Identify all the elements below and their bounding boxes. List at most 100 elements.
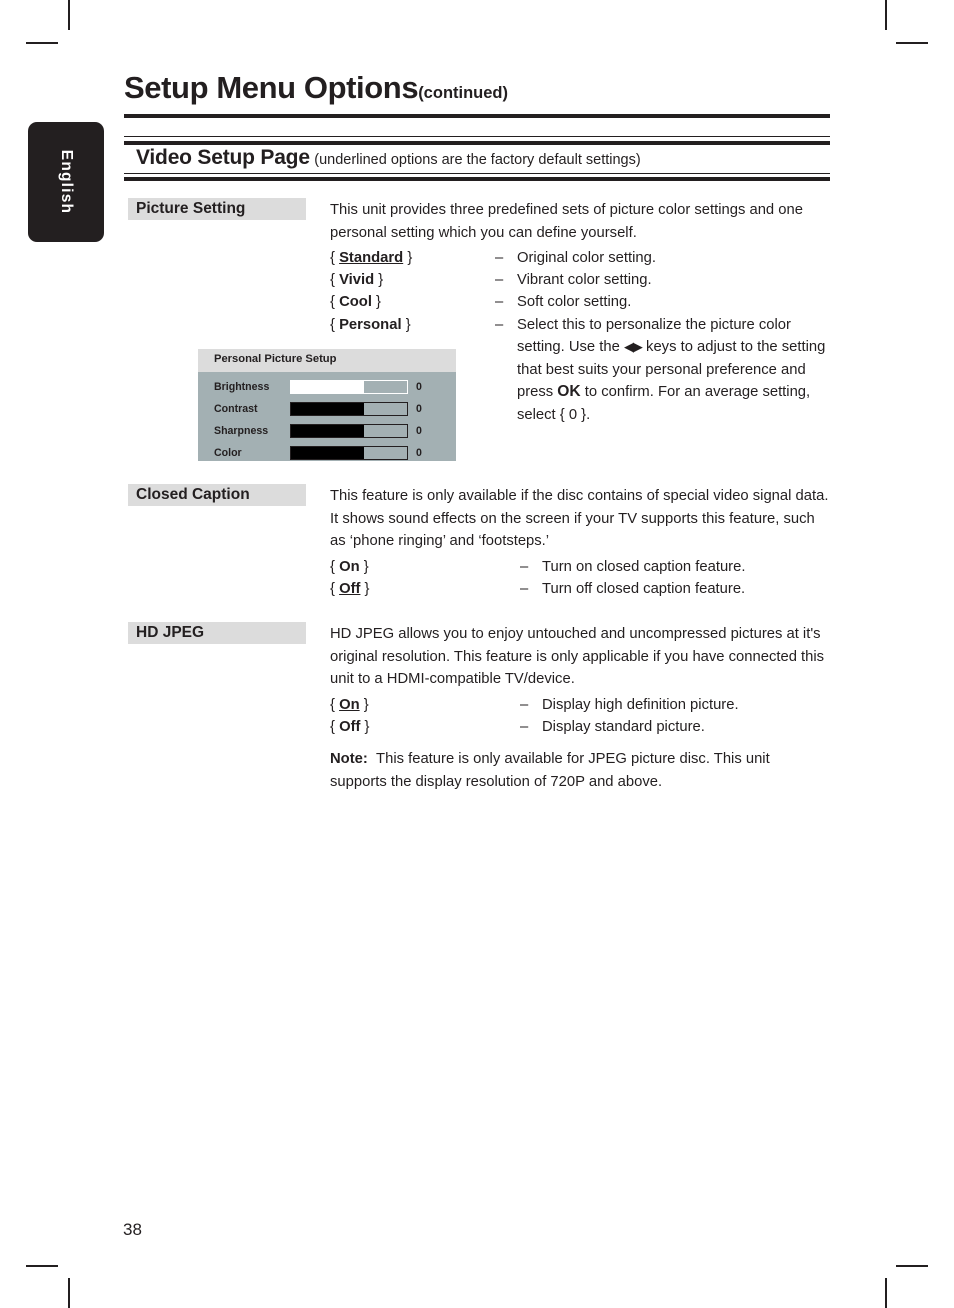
option-row: { On } – Display high definition picture… (330, 694, 739, 716)
option-key-label: On (339, 697, 360, 713)
page-title-continued: (continued) (418, 84, 509, 102)
option-key: { Vivid } (330, 272, 384, 289)
osd-slider-fill (291, 403, 365, 415)
video-setup-page-banner: Video Setup Page (underlined options are… (136, 146, 641, 170)
page-title: Setup Menu Options(continued) (124, 70, 508, 106)
option-key-label: Vivid (339, 272, 375, 289)
closed-caption-options: { On } – Turn on closed caption feature.… (330, 556, 745, 600)
option-dash: – (520, 719, 529, 736)
hd-jpeg-options: { On } – Display high definition picture… (330, 694, 739, 738)
language-tab-label: English (58, 149, 75, 215)
option-key-label: Standard (339, 250, 404, 266)
option-dash: – (495, 272, 504, 289)
crop-mark-bottom-right-vertical (885, 1278, 887, 1308)
option-key: { Off } (330, 719, 370, 736)
osd-slider-fill (291, 381, 365, 393)
osd-slider-row-color: Color 0 (198, 445, 456, 462)
option-key-label: Off (339, 719, 361, 736)
option-description: Select this to personalize the picture c… (517, 314, 830, 427)
section-label-picture-setting: Picture Setting (128, 198, 306, 220)
section-label-text: Picture Setting (136, 200, 246, 217)
osd-slider-track (290, 402, 408, 416)
banner-subtitle: (underlined options are the factory defa… (314, 152, 641, 168)
section-label-text: HD JPEG (136, 624, 205, 641)
osd-slider-row-sharpness: Sharpness 0 (198, 423, 456, 440)
personal-picture-setup-screenshot: Personal Picture Setup Brightness 0 Cont… (198, 349, 456, 461)
osd-slider-label: Color (214, 447, 242, 459)
closed-caption-intro: This feature is only available if the di… (330, 488, 829, 550)
osd-slider-fill (291, 425, 365, 437)
banner-rule-upper-thick (124, 141, 830, 145)
section-label-closed-caption: Closed Caption (128, 484, 306, 506)
option-row: { On } – Turn on closed caption feature. (330, 556, 745, 578)
crop-mark-bottom-left-vertical (68, 1278, 70, 1308)
option-key-label: Cool (339, 294, 372, 311)
option-description: Display high definition picture. (542, 697, 739, 713)
option-key: { Off } (330, 581, 370, 598)
option-row: { Off } – Display standard picture. (330, 716, 739, 738)
banner-rule-lower-thin (124, 172, 830, 174)
osd-slider-row-contrast: Contrast 0 (198, 401, 456, 418)
section-label-hd-jpeg: HD JPEG (128, 622, 306, 644)
option-key-label: Off (339, 581, 361, 598)
osd-slider-row-brightness: Brightness 0 (198, 379, 456, 396)
ok-key-label: OK (557, 383, 581, 401)
banner-title: Video Setup Page (136, 146, 310, 169)
osd-slider-fill (291, 447, 365, 459)
option-description: Turn off closed caption feature. (542, 581, 746, 598)
banner-rule-lower-thick (124, 177, 830, 181)
left-right-arrow-icon: ◀▶ (623, 339, 643, 355)
option-dash: – (495, 294, 504, 311)
osd-slider-value: 0 (416, 403, 422, 415)
option-key: { Cool } (330, 294, 381, 311)
osd-slider-value: 0 (416, 425, 422, 437)
page-number: 38 (123, 1220, 142, 1239)
picture-setting-intro: This unit provides three predefined sets… (330, 202, 803, 241)
crop-mark-top-left-vertical (68, 0, 70, 30)
option-dash: – (520, 559, 529, 575)
osd-slider-label: Contrast (214, 403, 258, 415)
osd-slider-label: Brightness (214, 381, 270, 393)
osd-slider-value: 0 (416, 447, 422, 459)
note-label: Note: (330, 751, 368, 767)
option-description: Turn on closed caption feature. (542, 559, 746, 575)
osd-slider-track (290, 424, 408, 438)
option-row: { Cool } – Soft color setting. (330, 291, 830, 313)
section-label-text: Closed Caption (136, 486, 250, 503)
option-row: { Off } – Turn off closed caption featur… (330, 578, 745, 600)
option-dash: – (495, 316, 504, 333)
option-key-label: Personal (339, 316, 402, 333)
osd-title: Personal Picture Setup (214, 353, 337, 365)
option-row: { Vivid } – Vibrant color setting. (330, 269, 830, 291)
option-dash: – (520, 697, 529, 713)
option-description: Original color setting. (517, 250, 656, 266)
page-title-main: Setup Menu Options (124, 70, 419, 105)
osd-slider-list: Brightness 0 Contrast 0 Sharpness 0 Colo… (198, 379, 456, 467)
option-dash: – (520, 581, 529, 598)
language-tab: English (28, 122, 104, 242)
crop-mark-top-left-horizontal (26, 42, 58, 44)
option-description: Vibrant color setting. (517, 272, 652, 289)
option-row: { Standard } – Original color setting. (330, 247, 830, 269)
option-key-label: On (339, 559, 360, 575)
crop-mark-top-right-vertical (885, 0, 887, 30)
osd-slider-track (290, 446, 408, 460)
hd-jpeg-note: Note: This feature is only available for… (330, 748, 830, 793)
crop-mark-bottom-right-horizontal (896, 1265, 928, 1267)
option-key: { On } (330, 559, 369, 575)
osd-header-bar: Personal Picture Setup (198, 349, 456, 372)
hd-jpeg-intro: HD JPEG allows you to enjoy untouched an… (330, 626, 825, 688)
option-key: { On } (330, 697, 369, 713)
banner-rule-upper-thin (124, 136, 830, 138)
header-rule-top (124, 114, 830, 118)
note-text: This feature is only available for JPEG … (330, 751, 770, 790)
osd-slider-value: 0 (416, 381, 422, 393)
option-key: { Standard } (330, 250, 413, 266)
osd-slider-label: Sharpness (214, 425, 269, 437)
option-dash: – (495, 250, 504, 266)
crop-mark-top-right-horizontal (896, 42, 928, 44)
osd-slider-track (290, 380, 408, 394)
option-description: Soft color setting. (517, 294, 632, 311)
crop-mark-bottom-left-horizontal (26, 1265, 58, 1267)
option-description: Display standard picture. (542, 719, 705, 736)
